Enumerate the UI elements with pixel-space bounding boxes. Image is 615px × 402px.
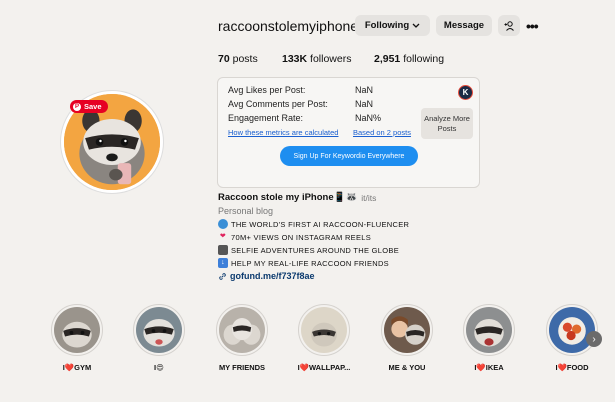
highlight-label: ME & YOU <box>388 363 426 372</box>
pinterest-icon: P <box>73 102 81 111</box>
highlight-cover <box>381 304 433 356</box>
highlight-label: I❤️GYM <box>62 363 92 372</box>
highlight-cover <box>216 304 268 356</box>
posts-stat[interactable]: 70 posts <box>218 53 258 65</box>
highlight-item[interactable]: MY FRIENDS <box>216 304 268 372</box>
based-on-posts-link[interactable]: Based on 2 posts <box>353 128 411 137</box>
followers-count: 133K <box>282 53 308 65</box>
posts-label: posts <box>232 53 258 65</box>
chevron-right-icon[interactable]: › <box>586 331 602 347</box>
message-button-label: Message <box>443 20 485 31</box>
avg-likes-label: Avg Likes per Post: <box>228 85 306 95</box>
chevron-down-icon <box>412 23 420 28</box>
bio-name-row: Raccoon stole my iPhone📱🦝 it/its <box>218 192 409 203</box>
highlight-label: I❤️FOOD <box>555 363 589 372</box>
followers-stat[interactable]: 133K followers <box>282 53 351 65</box>
how-calculated-link[interactable]: How these metrics are calculated <box>228 128 338 137</box>
raccoon-highlight-image <box>219 307 265 353</box>
highlight-cover <box>298 304 350 356</box>
camera-icon <box>218 245 228 255</box>
bio-line: SELFIE ADVENTURES AROUND THE GLOBE <box>218 245 409 255</box>
profile-username: raccoonstolemyiphone <box>218 18 359 34</box>
followers-label: followers <box>310 53 352 65</box>
bio-line-text: SELFIE ADVENTURES AROUND THE GLOBE <box>231 245 400 255</box>
posts-count: 70 <box>218 53 230 65</box>
link-icon <box>219 272 226 280</box>
following-stat[interactable]: 2,951 following <box>374 53 444 65</box>
avg-comments-label: Avg Comments per Post: <box>228 99 328 109</box>
highlight-cover <box>133 304 185 356</box>
highlight-cover <box>51 304 103 356</box>
add-user-icon <box>504 20 514 31</box>
engagement-rate-label: Engagement Rate: <box>228 113 304 123</box>
highlight-label: I❤️IKEA <box>474 363 504 372</box>
save-label: Save <box>84 102 102 111</box>
bio-line-text: 70M+ VIEWS ON INSTAGRAM REELS <box>231 232 372 242</box>
bio-link-text: gofund.me/f737f8ae <box>230 271 315 281</box>
highlight-item[interactable]: I❤️IKEA <box>463 304 515 372</box>
analyze-more-posts-button[interactable]: Analyze More Posts <box>421 108 473 139</box>
bio-name: Raccoon stole my iPhone📱🦝 <box>218 192 358 203</box>
bio-line: ❤ 70M+ VIEWS ON INSTAGRAM REELS <box>218 232 409 242</box>
metrics-panel: Avg Likes per Post: NaN Avg Comments per… <box>217 77 480 188</box>
highlight-label: I😍 <box>154 363 164 372</box>
bio-link[interactable]: gofund.me/f737f8ae <box>218 271 409 281</box>
signup-button[interactable]: Sign Up For Keywordio Everywhere <box>280 146 418 166</box>
highlight-label: MY FRIENDS <box>218 363 266 372</box>
bio-category: Personal blog <box>218 206 274 216</box>
highlight-cover <box>463 304 515 356</box>
engagement-rate-value: NaN% <box>355 113 382 123</box>
highlight-item[interactable]: I❤️WALLPAP... <box>298 304 350 372</box>
bio-line-text: HELP MY REAL-LIFE RACCOON FRIENDS <box>231 258 389 268</box>
raccoon-highlight-image <box>384 307 430 353</box>
globe-icon <box>218 219 228 229</box>
bio-line: ↓ HELP MY REAL-LIFE RACCOON FRIENDS <box>218 258 409 268</box>
highlight-item[interactable]: I😍 <box>133 304 185 372</box>
down-arrow-icon: ↓ <box>218 258 228 268</box>
following-button-label: Following <box>364 20 410 31</box>
highlight-cover <box>546 304 598 356</box>
highlight-item[interactable]: I❤️GYM <box>51 304 103 372</box>
raccoon-highlight-image <box>136 307 182 353</box>
avg-likes-value: NaN <box>355 85 374 95</box>
heart-icon: ❤ <box>219 233 227 240</box>
avg-comments-value: NaN <box>355 99 374 109</box>
profile-bio: Raccoon stole my iPhone📱🦝 it/its Persona… <box>218 192 409 281</box>
keywordio-logo-icon[interactable]: K <box>458 85 473 100</box>
following-label: following <box>403 53 445 65</box>
pinterest-save-button[interactable]: P Save <box>70 100 108 113</box>
highlight-item[interactable]: ME & YOU <box>381 304 433 372</box>
message-button[interactable]: Message <box>436 15 492 36</box>
raccoon-highlight-image <box>54 307 100 353</box>
food-highlight-image <box>549 307 595 353</box>
bio-line: THE WORLD'S FIRST AI RACCOON-FLUENCER <box>218 219 409 229</box>
more-options-icon[interactable]: ••• <box>526 18 539 34</box>
raccoon-highlight-image <box>301 307 347 353</box>
add-user-button[interactable] <box>498 15 520 36</box>
following-count: 2,951 <box>374 53 401 65</box>
raccoon-highlight-image <box>466 307 512 353</box>
bio-pronouns: it/its <box>361 192 377 203</box>
bio-line-text: THE WORLD'S FIRST AI RACCOON-FLUENCER <box>231 219 410 229</box>
following-button[interactable]: Following <box>355 15 430 36</box>
highlight-label: I❤️WALLPAP... <box>297 363 351 372</box>
